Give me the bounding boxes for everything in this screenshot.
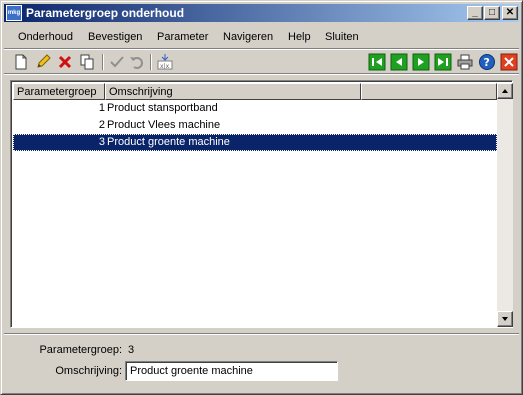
column-header-parametergroep[interactable]: Parametergroep <box>13 83 105 100</box>
help-icon[interactable]: ? <box>478 53 496 71</box>
row-number: 1 <box>98 102 105 114</box>
omschrijving-field[interactable]: Product groente machine <box>125 361 338 381</box>
edit-pencil-icon[interactable] <box>34 53 52 71</box>
table-row-selected[interactable]: 3 Product groente machine <box>13 134 497 151</box>
print-icon[interactable] <box>456 53 474 71</box>
column-header-empty[interactable] <box>361 83 497 100</box>
footer-separator <box>4 333 519 335</box>
parametergroep-grid[interactable]: Parametergroep Omschrijving 1 Product st… <box>10 80 513 328</box>
menu-parameter[interactable]: Parameter <box>157 31 208 43</box>
close-icon[interactable] <box>500 53 518 71</box>
title-bar[interactable]: mkg Parametergroep onderhoud _ □ ✕ <box>4 4 519 22</box>
row-number: 3 <box>98 136 105 148</box>
detail-panel: Parametergroep: 3 Omschrijving: Product … <box>4 336 519 391</box>
table-row[interactable]: 1 Product stansportband <box>13 100 497 117</box>
menu-sluiten[interactable]: Sluiten <box>325 31 359 43</box>
new-document-icon[interactable] <box>12 53 30 71</box>
row-description: Product groente machine <box>107 136 230 148</box>
row-number: 2 <box>98 119 105 131</box>
scroll-up-button[interactable] <box>497 83 513 99</box>
menu-navigeren[interactable]: Navigeren <box>223 31 273 43</box>
next-record-icon[interactable] <box>412 53 430 71</box>
maximize-button[interactable]: □ <box>484 6 500 20</box>
confirm-check-icon[interactable] <box>108 53 126 71</box>
copy-icon[interactable] <box>78 53 96 71</box>
row-description: Product Vlees machine <box>107 119 221 131</box>
undo-icon[interactable] <box>128 53 146 71</box>
grid-header: Parametergroep Omschrijving <box>13 83 497 100</box>
toolbar-separator <box>150 54 152 70</box>
close-window-button[interactable]: ✕ <box>502 6 518 20</box>
vertical-scrollbar[interactable] <box>497 83 513 327</box>
toolbar-separator <box>102 54 104 70</box>
svg-text:x|x: x|x <box>160 63 170 70</box>
menu-bevestigen[interactable]: Bevestigen <box>88 31 142 43</box>
row-description: Product stansportband <box>107 102 218 114</box>
previous-record-icon[interactable] <box>390 53 408 71</box>
menu-bar: Onderhoud Bevestigen Parameter Navigeren… <box>4 27 519 47</box>
menu-help[interactable]: Help <box>288 31 311 43</box>
app-icon[interactable]: mkg <box>6 5 22 21</box>
delete-x-icon[interactable] <box>56 53 74 71</box>
last-record-icon[interactable] <box>434 53 452 71</box>
toolbar: x|x ? <box>4 51 519 73</box>
menu-separator <box>4 48 519 50</box>
menu-onderhoud[interactable]: Onderhoud <box>18 31 73 43</box>
svg-text:?: ? <box>484 56 490 69</box>
window-title: Parametergroep onderhoud <box>26 6 185 20</box>
table-row[interactable]: 2 Product Vlees machine <box>13 117 497 134</box>
first-record-icon[interactable] <box>368 53 386 71</box>
parametergroep-value: 3 <box>128 344 135 356</box>
toolbar-separator-line <box>4 73 519 75</box>
scroll-down-button[interactable] <box>497 311 513 327</box>
application-window: mkg Parametergroep onderhoud _ □ ✕ Onder… <box>0 0 523 395</box>
parametergroep-label: Parametergroep: <box>39 344 122 356</box>
column-header-omschrijving[interactable]: Omschrijving <box>105 83 361 100</box>
query-icon[interactable]: x|x <box>156 53 174 71</box>
omschrijving-label: Omschrijving: <box>55 365 122 377</box>
minimize-button[interactable]: _ <box>467 6 483 20</box>
